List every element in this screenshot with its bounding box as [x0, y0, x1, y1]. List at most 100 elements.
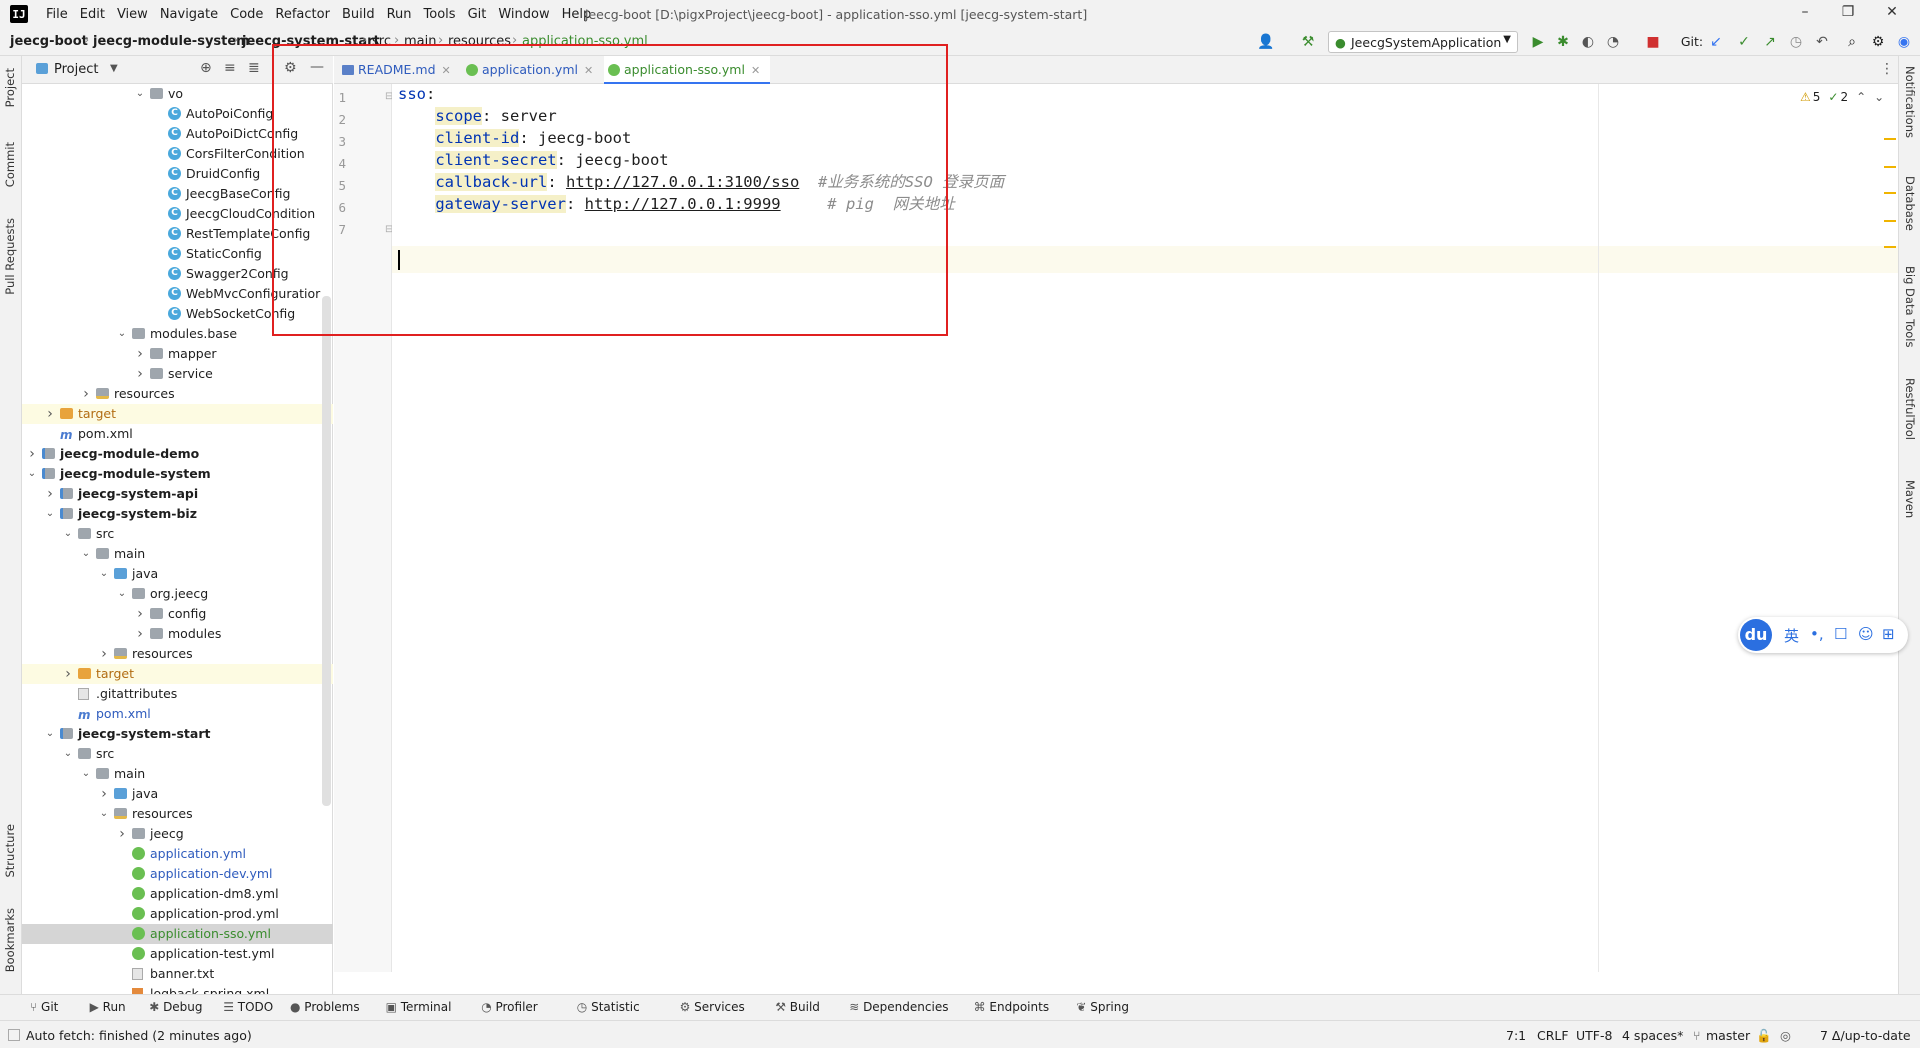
menu-window[interactable]: Window	[492, 7, 555, 22]
tree-node[interactable]: › target	[22, 404, 333, 424]
chevron-right-icon[interactable]: ›	[116, 824, 128, 844]
bottom-tool-problems[interactable]: ● Problems	[290, 1000, 360, 1014]
bottom-tool-services[interactable]: ⚙ Services	[680, 1000, 745, 1014]
lock-icon[interactable]: 🔓	[1756, 1028, 1772, 1044]
tree-node[interactable]: application-test.yml	[22, 944, 333, 964]
chevron-down-icon[interactable]: ▼	[110, 63, 118, 74]
warning-stripe[interactable]	[1884, 220, 1896, 222]
ime-user-button[interactable]: ☺	[1858, 625, 1874, 643]
tree-node[interactable]: › jeecg	[22, 824, 333, 844]
structure-tool-button[interactable]: Structure	[3, 824, 17, 878]
restfultool-button[interactable]: RestfulTool	[1903, 378, 1917, 440]
tree-node[interactable]: ⌄ jeecg-system-biz	[22, 504, 333, 524]
git-push-icon[interactable]: ↗	[1760, 32, 1780, 52]
chevron-down-icon[interactable]: ⌄	[44, 504, 56, 524]
chevron-down-icon[interactable]: ⌄	[1874, 90, 1884, 104]
tree-node[interactable]: ⌄ jeecg-module-system	[22, 464, 333, 484]
bottom-tool-profiler[interactable]: ◔ Profiler	[481, 1000, 538, 1014]
chevron-right-icon[interactable]: ›	[80, 384, 92, 404]
chevron-right-icon[interactable]: ›	[134, 364, 146, 384]
chevron-right-icon[interactable]: ›	[134, 604, 146, 624]
menu-run[interactable]: Run	[381, 7, 418, 22]
big-data-tools-button[interactable]: Big Data Tools	[1903, 266, 1917, 347]
menu-build[interactable]: Build	[336, 7, 381, 22]
bottom-tool-run[interactable]: ▶ Run	[90, 1000, 126, 1014]
update-status[interactable]: 7 Δ/up-to-date	[1820, 1028, 1911, 1043]
chevron-down-icon[interactable]: ⌄	[62, 744, 74, 764]
expand-all-icon[interactable]: ≡	[224, 60, 236, 76]
chevron-down-icon[interactable]: ⌄	[80, 544, 92, 564]
more-tabs-icon[interactable]: ⋮	[1880, 61, 1894, 77]
status-message[interactable]: Auto fetch: finished (2 minutes ago)	[26, 1028, 252, 1043]
indent-setting[interactable]: 4 spaces*	[1622, 1028, 1683, 1043]
tree-node[interactable]: › java	[22, 784, 333, 804]
search-icon[interactable]: ⌕	[1842, 32, 1862, 52]
jetbrains-icon[interactable]: ◉	[1894, 32, 1914, 52]
tree-node[interactable]: › resources	[22, 384, 333, 404]
chevron-right-icon[interactable]: ›	[134, 344, 146, 364]
tree-node[interactable]: ⌄ jeecg-system-start	[22, 724, 333, 744]
menu-file[interactable]: File	[40, 7, 74, 22]
bottom-tool-debug[interactable]: ✱ Debug	[149, 1000, 202, 1014]
chevron-right-icon[interactable]: ›	[98, 784, 110, 804]
tree-node[interactable]: logback-spring.xml	[22, 984, 333, 994]
tree-node[interactable]: ⌄ main	[22, 764, 333, 784]
bottom-tool-terminal[interactable]: ▣ Terminal	[386, 1000, 452, 1014]
chevron-down-icon[interactable]: ⌄	[80, 764, 92, 784]
bottom-tool-git[interactable]: ⑂ Git	[30, 1000, 58, 1014]
debug-icon[interactable]: ✱	[1553, 32, 1573, 52]
chevron-down-icon[interactable]: ⌄	[26, 464, 38, 484]
bottom-tool-spring[interactable]: ❦ Spring	[1076, 1000, 1129, 1014]
user-icon[interactable]: 👤	[1256, 32, 1276, 52]
notifications-tool-button[interactable]: Notifications	[1903, 66, 1917, 138]
status-toggle-icon[interactable]	[8, 1029, 20, 1041]
chevron-down-icon[interactable]: ⌄	[116, 324, 128, 344]
chevron-down-icon[interactable]: ⌄	[62, 524, 74, 544]
git-update-icon[interactable]: ↙	[1706, 32, 1726, 52]
tree-node[interactable]: ⌄ org.jeecg	[22, 584, 333, 604]
database-tool-button[interactable]: Database	[1903, 176, 1917, 231]
chevron-down-icon[interactable]: ⌄	[134, 84, 146, 104]
tree-node[interactable]: › target	[22, 664, 333, 684]
tree-node[interactable]: › mapper	[22, 344, 333, 364]
file-encoding[interactable]: UTF-8	[1576, 1028, 1612, 1043]
warning-stripe[interactable]	[1884, 138, 1896, 140]
tree-node[interactable]: banner.txt	[22, 964, 333, 984]
maven-tool-button[interactable]: Maven	[1903, 480, 1917, 518]
project-panel-title[interactable]: Project	[54, 62, 98, 77]
tree-node[interactable]: › jeecg-module-demo	[22, 444, 333, 464]
line-separator[interactable]: CRLF	[1537, 1028, 1569, 1043]
tree-node[interactable]: › config	[22, 604, 333, 624]
warning-stripe[interactable]	[1884, 166, 1896, 168]
profile-icon[interactable]: ◔	[1603, 32, 1623, 52]
chevron-down-icon[interactable]: ⌄	[98, 804, 110, 824]
chevron-down-icon[interactable]: ⌄	[98, 564, 110, 584]
chevron-right-icon[interactable]: ›	[98, 644, 110, 664]
rollback-icon[interactable]: ↶	[1812, 32, 1832, 52]
menu-navigate[interactable]: Navigate	[154, 7, 224, 22]
chevron-up-icon[interactable]: ⌃	[1856, 90, 1866, 104]
locate-icon[interactable]: ⊕	[200, 60, 212, 76]
tree-node[interactable]: m pom.xml	[22, 424, 333, 444]
commit-tool-button[interactable]: Commit	[3, 142, 17, 187]
bottom-tool-todo[interactable]: ☰ TODO	[223, 1000, 273, 1014]
breadcrumb-item[interactable]: jeecg-module-system	[93, 34, 250, 49]
build-hammer-icon[interactable]: ⚒	[1298, 32, 1318, 52]
stop-icon[interactable]: ■	[1643, 32, 1663, 52]
git-branch[interactable]: master	[1706, 1028, 1750, 1043]
history-icon[interactable]: ◷	[1786, 32, 1806, 52]
menu-view[interactable]: View	[111, 7, 154, 22]
git-commit-icon[interactable]: ✓	[1734, 32, 1754, 52]
bottom-tool-build[interactable]: ⚒ Build	[775, 1000, 820, 1014]
ime-menu-button[interactable]: ⊞	[1882, 625, 1895, 643]
tree-node[interactable]: application-sso.yml	[22, 924, 333, 944]
menu-refactor[interactable]: Refactor	[269, 7, 336, 22]
tree-node[interactable]: .gitattributes	[22, 684, 333, 704]
ime-language-button[interactable]: 英	[1784, 625, 1799, 646]
bottom-tool-statistic[interactable]: ◷ Statistic	[577, 1000, 640, 1014]
tree-node[interactable]: ⌄ main	[22, 544, 333, 564]
gear-icon[interactable]: ⚙	[1868, 32, 1888, 52]
chevron-right-icon[interactable]: ›	[26, 444, 38, 464]
minimize-icon[interactable]: –	[1795, 4, 1815, 24]
tree-node[interactable]: › service	[22, 364, 333, 384]
